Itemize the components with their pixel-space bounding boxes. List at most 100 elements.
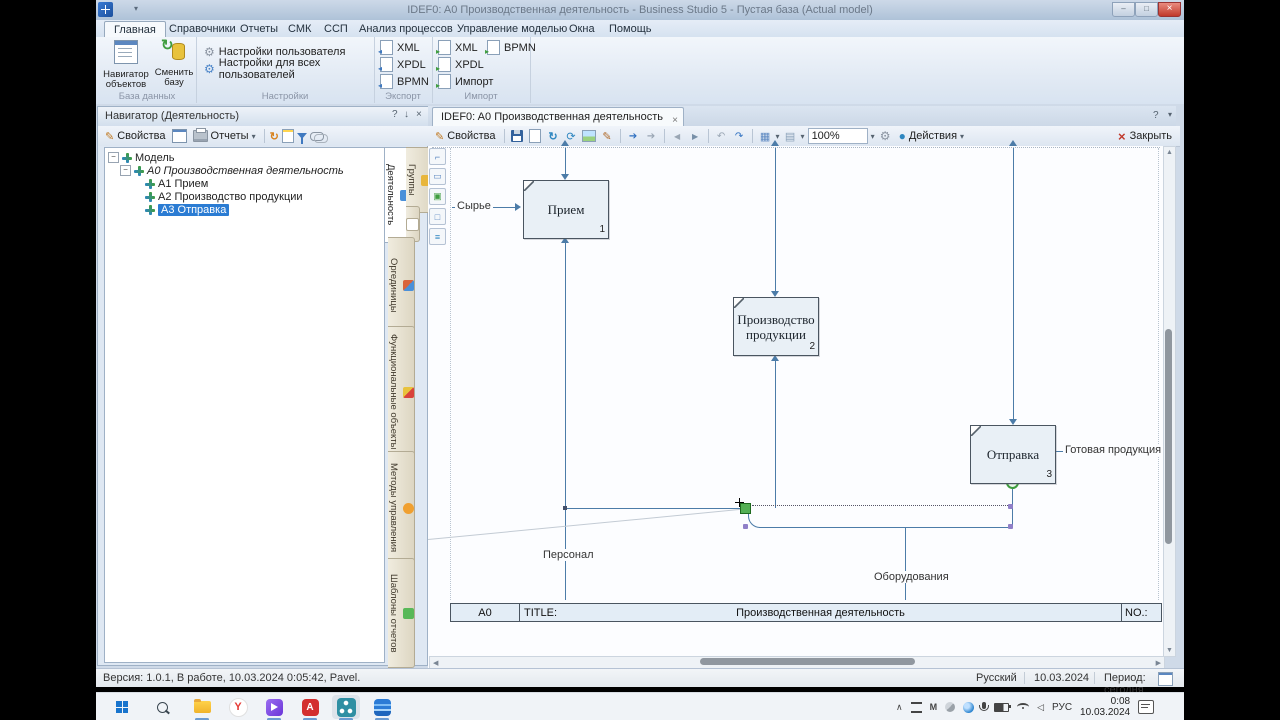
- selected-connector-segment[interactable]: [565, 508, 742, 509]
- control-arrow-otpravka[interactable]: [1013, 148, 1014, 419]
- connector-segment-bottom[interactable]: [759, 527, 1010, 528]
- undo-icon[interactable]: [714, 129, 729, 144]
- report-page-icon[interactable]: [528, 129, 543, 144]
- filter-icon[interactable]: [296, 133, 307, 144]
- blue-window-app-button[interactable]: [368, 695, 396, 719]
- mechanism-line-oborudovanie[interactable]: [905, 528, 906, 600]
- text-tool-icon[interactable]: [429, 228, 446, 245]
- zoom-input[interactable]: [807, 128, 868, 144]
- close-button[interactable]: [1158, 2, 1181, 17]
- horizontal-scroll-thumb[interactable]: [700, 658, 915, 665]
- business-studio-button[interactable]: [332, 695, 360, 719]
- scroll-right-icon[interactable]: ▶: [1156, 659, 1161, 667]
- redo-icon[interactable]: [732, 129, 747, 144]
- go-to-child-icon[interactable]: [644, 129, 659, 144]
- volume-icon[interactable]: [1037, 702, 1044, 713]
- search-button[interactable]: [148, 695, 176, 719]
- wifi-icon[interactable]: [1017, 703, 1030, 711]
- import-xpdl-button[interactable]: XPDL: [436, 57, 484, 73]
- diagram-help-icon[interactable]: [1153, 110, 1159, 121]
- vertex-handle[interactable]: [1008, 504, 1013, 509]
- diagram-menu-caret-icon[interactable]: [1168, 110, 1172, 119]
- status-language[interactable]: Русский: [976, 672, 1017, 684]
- save-icon[interactable]: [510, 129, 525, 144]
- refresh-icon[interactable]: [270, 130, 279, 143]
- navigator-close-icon[interactable]: [416, 109, 422, 120]
- nav-forward-icon[interactable]: [688, 129, 703, 144]
- arrow-label-syrye[interactable]: Сырье: [455, 200, 493, 212]
- tray-blue-circle-icon[interactable]: [963, 701, 975, 713]
- import-xml-button[interactable]: XML: [436, 40, 478, 56]
- format-brush-icon[interactable]: [600, 129, 615, 144]
- copy-style-icon[interactable]: [783, 129, 798, 144]
- navigator-pin-icon[interactable]: [404, 109, 409, 120]
- tab-glavnaya[interactable]: Главная: [104, 21, 166, 38]
- navigator-tree[interactable]: Модель A0 Производственная деятельность …: [104, 147, 385, 663]
- diagram-settings-icon[interactable]: [878, 129, 893, 144]
- export-bpmn-button[interactable]: BPMN: [378, 74, 429, 90]
- scroll-left-icon[interactable]: ◀: [433, 659, 438, 667]
- image-export-icon[interactable]: [582, 129, 597, 144]
- boundary-arrow-up-icon[interactable]: [771, 140, 779, 146]
- status-date[interactable]: 10.03.2024: [1034, 672, 1089, 684]
- acrobat-button[interactable]: [296, 695, 324, 719]
- import-button[interactable]: Импорт: [436, 74, 493, 90]
- boundary-arrow-up-icon[interactable]: [561, 140, 569, 146]
- boundary-arrow-up-icon[interactable]: [1009, 140, 1017, 146]
- diagram-tab[interactable]: IDEF0: A0 Производственная деятельность: [432, 107, 684, 127]
- tab-okna[interactable]: Окна: [560, 21, 604, 37]
- vertex-handle[interactable]: [743, 524, 748, 529]
- all-users-settings-button[interactable]: Настройки для всех пользователей: [204, 57, 374, 81]
- tray-expand-icon[interactable]: [896, 702, 903, 713]
- vertical-scroll-thumb[interactable]: [1165, 329, 1172, 544]
- vertical-scrollbar[interactable]: ▲ ▼: [1163, 146, 1176, 657]
- file-explorer-button[interactable]: [188, 695, 216, 719]
- idef0-box-priem[interactable]: Прием 1: [523, 180, 609, 239]
- side-tab-org-units[interactable]: Оргединицы: [388, 237, 415, 333]
- arrow-label-gotovaya[interactable]: Готовая продукция: [1063, 444, 1164, 456]
- close-diagram-button[interactable]: Закрыть: [1118, 129, 1172, 144]
- document-icon[interactable]: [281, 129, 294, 143]
- export-xml-button[interactable]: XML: [378, 40, 420, 56]
- idef0-box-otpravka[interactable]: Отправка 3: [970, 425, 1056, 484]
- taskbar-clock[interactable]: 0:08 10.03.2024: [1080, 696, 1130, 718]
- control-arrow-priem[interactable]: [565, 148, 566, 174]
- scroll-down-icon[interactable]: ▼: [1166, 647, 1173, 654]
- frame-tool-icon[interactable]: [429, 208, 446, 225]
- navigator-help-icon[interactable]: [392, 109, 398, 120]
- scroll-up-icon[interactable]: ▲: [1166, 149, 1173, 156]
- tray-sliders-icon[interactable]: [910, 701, 922, 713]
- start-button[interactable]: [108, 695, 136, 719]
- navigator-reports-button[interactable]: Отчеты: [190, 128, 259, 143]
- expand-icon[interactable]: [108, 152, 119, 163]
- minimize-button[interactable]: [1112, 2, 1135, 17]
- window-view-icon[interactable]: [171, 129, 187, 143]
- connector-tool-icon[interactable]: [429, 148, 446, 165]
- side-tab-management-methods[interactable]: Методы управления: [388, 451, 415, 565]
- navigator-objects-button[interactable]: Навигатор объектов: [102, 40, 150, 90]
- mechanism-line-personal[interactable]: [565, 243, 566, 600]
- battery-icon[interactable]: [994, 702, 1012, 712]
- maximize-button[interactable]: [1135, 2, 1158, 17]
- arrow-label-oborudovanie[interactable]: Оборудования: [872, 571, 951, 583]
- idef0-box-proizvodstvo[interactable]: Производство продукции 2: [733, 297, 819, 356]
- status-calendar-icon[interactable]: [1158, 672, 1173, 686]
- connector-endpoint-dot[interactable]: [563, 506, 567, 510]
- vertex-handle[interactable]: [1008, 524, 1013, 529]
- tab-pomosch[interactable]: Помощь: [600, 21, 661, 37]
- side-tab-functional-objects[interactable]: Функциональные объекты: [388, 326, 415, 458]
- tree-item-a1[interactable]: A1 Прием: [145, 177, 208, 190]
- tree-item-a2[interactable]: A2 Производство продукции: [145, 190, 303, 203]
- tree-item-a0[interactable]: A0 Производственная деятельность: [120, 164, 344, 177]
- expand-icon[interactable]: [120, 165, 131, 176]
- tray-gray-circle-icon[interactable]: [945, 702, 956, 712]
- change-database-button[interactable]: Сменить базу: [150, 40, 198, 90]
- microphone-icon[interactable]: [979, 702, 990, 711]
- nav-back-icon[interactable]: [670, 129, 685, 144]
- yandex-browser-button[interactable]: [224, 695, 252, 719]
- zoom-caret-icon[interactable]: [871, 132, 875, 141]
- export-xpdl-button[interactable]: XPDL: [378, 57, 426, 73]
- import-bpmn-button[interactable]: BPMN: [485, 40, 536, 56]
- tree-item-model[interactable]: Модель: [108, 151, 174, 164]
- tree-item-a3-selected[interactable]: A3 Отправка: [145, 203, 230, 216]
